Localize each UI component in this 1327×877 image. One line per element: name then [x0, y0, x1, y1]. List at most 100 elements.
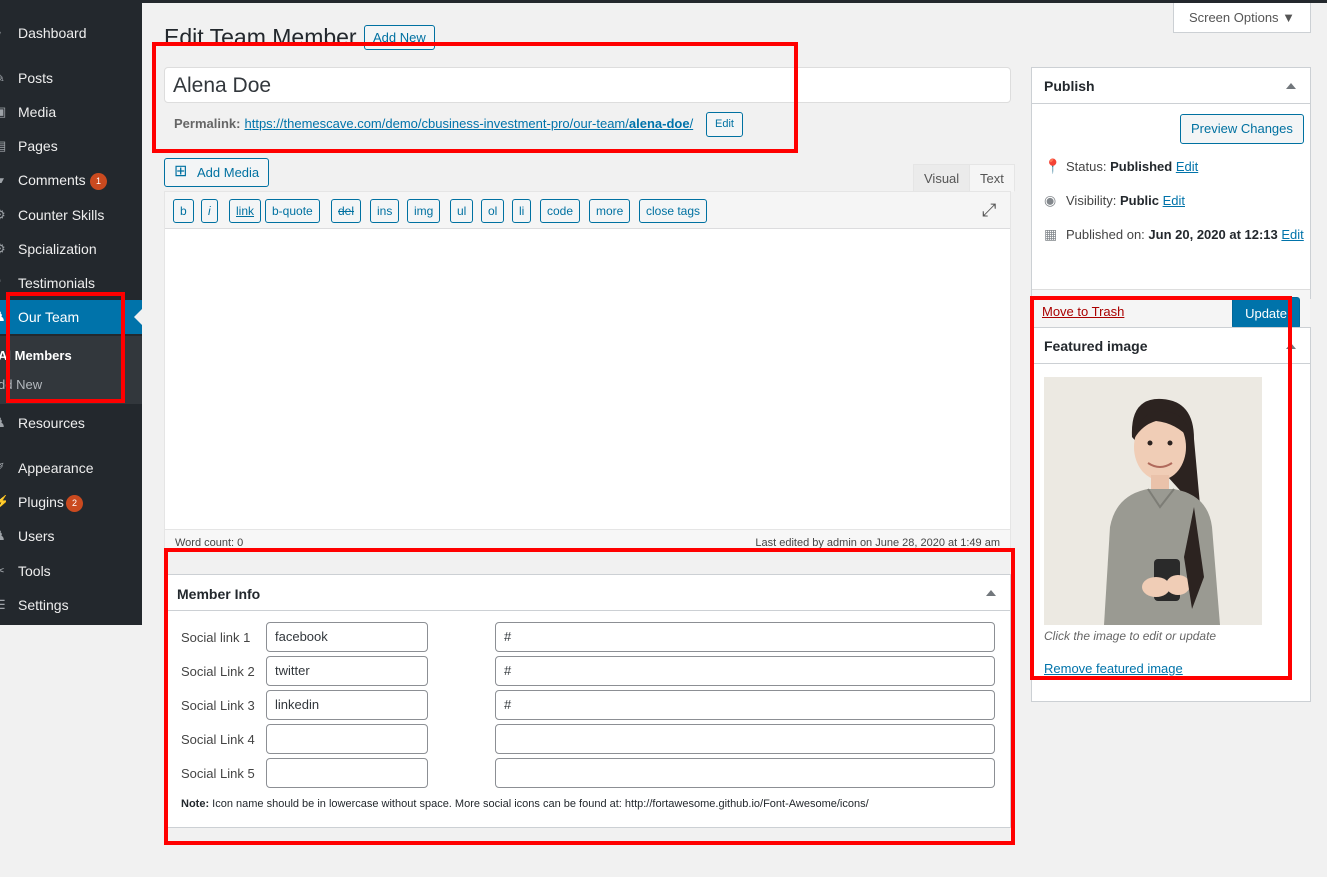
wrench-icon: ✂ — [0, 564, 6, 578]
page-icon: ▤ — [0, 139, 6, 153]
sidebar-item-pages[interactable]: ▤ Pages — [0, 129, 142, 163]
sidebar-item-comments[interactable]: ▰ Comments1 — [0, 163, 142, 197]
quicktag-ins-button[interactable]: ins — [370, 199, 400, 223]
quicktag-more-button[interactable]: more — [589, 199, 631, 223]
quicktag-li-button[interactable]: li — [512, 199, 532, 223]
social-url-input[interactable]: # — [495, 622, 995, 652]
sidebar-item-resources[interactable]: ♟ Resources — [0, 406, 142, 440]
quote-icon: ❝ — [0, 276, 6, 290]
permalink-link[interactable]: https://themescave.com/demo/cbusiness-in… — [244, 116, 693, 131]
social-url-input[interactable]: # — [495, 656, 995, 686]
published-on-row: ▦ Published on: Jun 20, 2020 at 12:13 Edi… — [1044, 226, 1304, 243]
user-icon: ♟ — [0, 416, 6, 430]
collapse-arrow-icon[interactable] — [1286, 343, 1296, 349]
quicktag-i-button[interactable]: i — [201, 199, 218, 223]
sidebar-item-plugins[interactable]: ⚡ Plugins2 — [0, 485, 142, 519]
quicktag-ol-button[interactable]: ol — [481, 199, 505, 223]
media-icon: ⊞ — [174, 163, 188, 180]
sidebar-item-settings[interactable]: ☰ Settings — [0, 588, 142, 622]
sidebar-item-appearance[interactable]: ✐ Appearance — [0, 451, 142, 485]
gear-icon: ⚙ — [0, 208, 6, 222]
editor-area[interactable]: b i link b-quote del ins img ul ol li code more clos… — [164, 191, 1011, 552]
social-url-input[interactable] — [495, 758, 995, 788]
plugin-icon: ⚡ — [0, 495, 6, 509]
quicktag-b-quote-button[interactable]: b-quote — [265, 199, 320, 223]
member-info-box: Member Info Social link 1 facebook # Social… — [164, 574, 1011, 828]
quicktag-del-button[interactable]: del — [331, 199, 362, 223]
sidebar-item-label: Our Team — [18, 309, 80, 325]
quicktag-code-button[interactable]: code — [540, 199, 581, 223]
fullscreen-icon[interactable]: ⤢ — [982, 201, 996, 219]
add-new-button[interactable]: Add New — [364, 25, 435, 50]
sidebar-item-media[interactable]: ▣ Media — [0, 95, 142, 129]
sidebar-item-label: Tools — [18, 563, 51, 579]
social-icon-name-input[interactable]: twitter — [266, 656, 428, 686]
member-info-note: Note: Icon name should be in lowercase w… — [181, 798, 869, 810]
quicktag-close-tags-button[interactable]: close tags — [639, 199, 708, 223]
sidebar-item-spcialization[interactable]: ⚙ Spcialization — [0, 232, 142, 266]
last-edited: Last edited by admin on June 28, 2020 at… — [755, 537, 1000, 549]
gear-icon: ⚙ — [0, 242, 6, 256]
top-bar-strip — [0, 0, 1327, 3]
social-icon-name-input[interactable]: facebook — [266, 622, 428, 652]
sidebar-item-users[interactable]: ♟ Users — [0, 519, 142, 553]
sidebar-item-label: Counter Skills — [18, 207, 105, 223]
sidebar-item-our-team[interactable]: ♟ Our Team — [0, 300, 142, 334]
quicktags-toolbar: b i link b-quote del ins img ul ol li code more clos… — [165, 192, 1010, 229]
preview-changes-button[interactable]: Preview Changes — [1180, 114, 1304, 144]
sidebar-item-testimonials[interactable]: ❝ Testimonials — [0, 266, 142, 300]
sidebar-item-tools[interactable]: ✂ Tools — [0, 554, 142, 588]
sidebar-item-posts[interactable]: ✎ Posts — [0, 61, 142, 95]
social-link-label: Social Link 4 — [181, 732, 255, 747]
social-icon-name-input[interactable] — [266, 724, 428, 754]
submenu-add-new[interactable]: dd New — [0, 377, 42, 392]
edit-slug-button[interactable]: Edit — [706, 112, 743, 137]
published-value: Jun 20, 2020 at 12:13 — [1148, 227, 1278, 242]
pin-icon: 📍 — [1044, 158, 1062, 174]
editor-status-bar: Word count: 0 Last edited by admin on Ju… — [165, 529, 1010, 551]
quicktag-b-button[interactable]: b — [173, 199, 194, 223]
sidebar-item-counter-skills[interactable]: ⚙ Counter Skills — [0, 198, 142, 232]
sidebar-item-label: Plugins — [18, 494, 64, 510]
social-icon-name-input[interactable] — [266, 758, 428, 788]
users-icon: ♟ — [0, 529, 6, 543]
our-team-submenu: Al Members dd New — [0, 336, 142, 404]
permalink-tail: / — [689, 116, 694, 131]
permalink-base: https://themescave.com/demo/cbusiness-in… — [244, 116, 629, 131]
add-media-button[interactable]: ⊞ Add Media — [164, 158, 270, 187]
pin-icon: ✎ — [0, 71, 6, 85]
social-url-input[interactable] — [495, 724, 995, 754]
sidebar-item-label: Posts — [18, 70, 54, 86]
eye-icon: ◉ — [1044, 192, 1057, 208]
social-icon-name-input[interactable]: linkedin — [266, 690, 428, 720]
social-url-input[interactable]: # — [495, 690, 995, 720]
publish-box: Publish Preview Changes 📍 Status: Publish… — [1031, 67, 1311, 335]
sidebar-item-label: Comments — [18, 172, 86, 188]
quicktag-ul-button[interactable]: ul — [450, 199, 474, 223]
quicktag-link-button[interactable]: link — [229, 199, 262, 223]
featured-image-photo[interactable] — [1044, 377, 1262, 625]
note-label: Note: — [181, 798, 210, 810]
permalink: Permalink: https://themescave.com/demo/cb… — [174, 116, 693, 131]
tab-visual[interactable]: Visual — [913, 164, 971, 192]
collapse-arrow-icon[interactable] — [986, 590, 996, 596]
remove-featured-image-link[interactable]: Remove featured image — [1044, 661, 1183, 676]
update-button[interactable]: Update — [1232, 297, 1300, 329]
quicktag-img-button[interactable]: img — [407, 199, 441, 223]
sidebar-item-label: Appearance — [18, 460, 94, 476]
edit-visibility-link[interactable]: Edit — [1163, 193, 1185, 208]
sidebar-item-dashboard[interactable]: ◔ Dashboard — [0, 16, 142, 50]
tab-text[interactable]: Text — [969, 164, 1015, 192]
publish-title: Publish — [1032, 68, 1310, 104]
collapse-arrow-icon[interactable] — [1286, 83, 1296, 89]
edit-date-link[interactable]: Edit — [1281, 227, 1303, 242]
move-to-trash-link[interactable]: Move to Trash — [1042, 304, 1124, 319]
admin-sidebar: ◔ Dashboard ✎ Posts ▣ Media ▤ Pages ▰ Comments1 ⚙ C… — [0, 0, 142, 625]
edit-status-link[interactable]: Edit — [1176, 159, 1198, 174]
submenu-all-members[interactable]: Al Members — [0, 348, 72, 363]
screen-options-button[interactable]: Screen Options ▼ — [1173, 3, 1311, 33]
media-icon: ▣ — [0, 105, 6, 119]
permalink-label: Permalink: — [174, 116, 241, 131]
current-menu-arrow — [134, 309, 142, 325]
post-title-input[interactable]: Alena Doe — [164, 67, 1011, 103]
